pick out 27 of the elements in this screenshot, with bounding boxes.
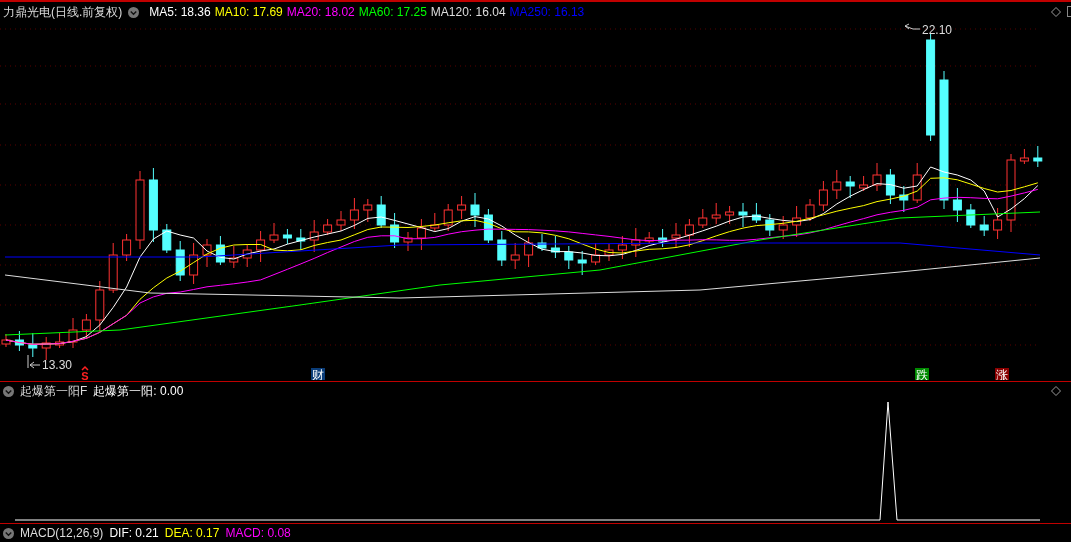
indicator-label: MA250: 16.13 [509, 5, 585, 19]
low-price-label: 13.30 [42, 358, 73, 372]
marker-tag: 涨 [995, 368, 1009, 380]
indicator-title: MACD(12,26,9) [20, 526, 104, 540]
indicator-label: MACD: 0.08 [225, 526, 291, 540]
indicator-label: MA20: 18.02 [286, 5, 355, 19]
stock-title: 力鼎光电(日线.前复权) [3, 3, 123, 21]
signal-label: S [81, 370, 89, 380]
indicator-title: 起爆第一阳F [20, 382, 88, 400]
indicator-label: MA120: 16.04 [430, 5, 506, 19]
indicator-label: DIF: 0.21 [109, 526, 159, 540]
caret-icon [81, 365, 89, 371]
diamond-icon[interactable] [1051, 7, 1061, 17]
high-price-label: 22.10 [922, 23, 953, 37]
indicator-readout: 起爆第一阳: 0.00 [93, 382, 184, 400]
arrow-icon [27, 354, 41, 369]
indicator-label: MA5: 18.36 [149, 5, 211, 19]
indicator-label: DEA: 0.17 [164, 526, 220, 540]
indicator-label: MA10: 17.69 [214, 5, 283, 19]
dropdown-icon[interactable] [3, 385, 14, 397]
dropdown-icon[interactable] [3, 527, 14, 539]
indicator-label: MA60: 17.25 [358, 5, 427, 19]
marker-tag: 跌 [915, 368, 929, 380]
marker-tag: 财 [311, 368, 325, 380]
dropdown-icon[interactable] [128, 6, 140, 18]
diamond-icon[interactable] [1051, 386, 1061, 396]
arrow-icon [904, 23, 921, 30]
